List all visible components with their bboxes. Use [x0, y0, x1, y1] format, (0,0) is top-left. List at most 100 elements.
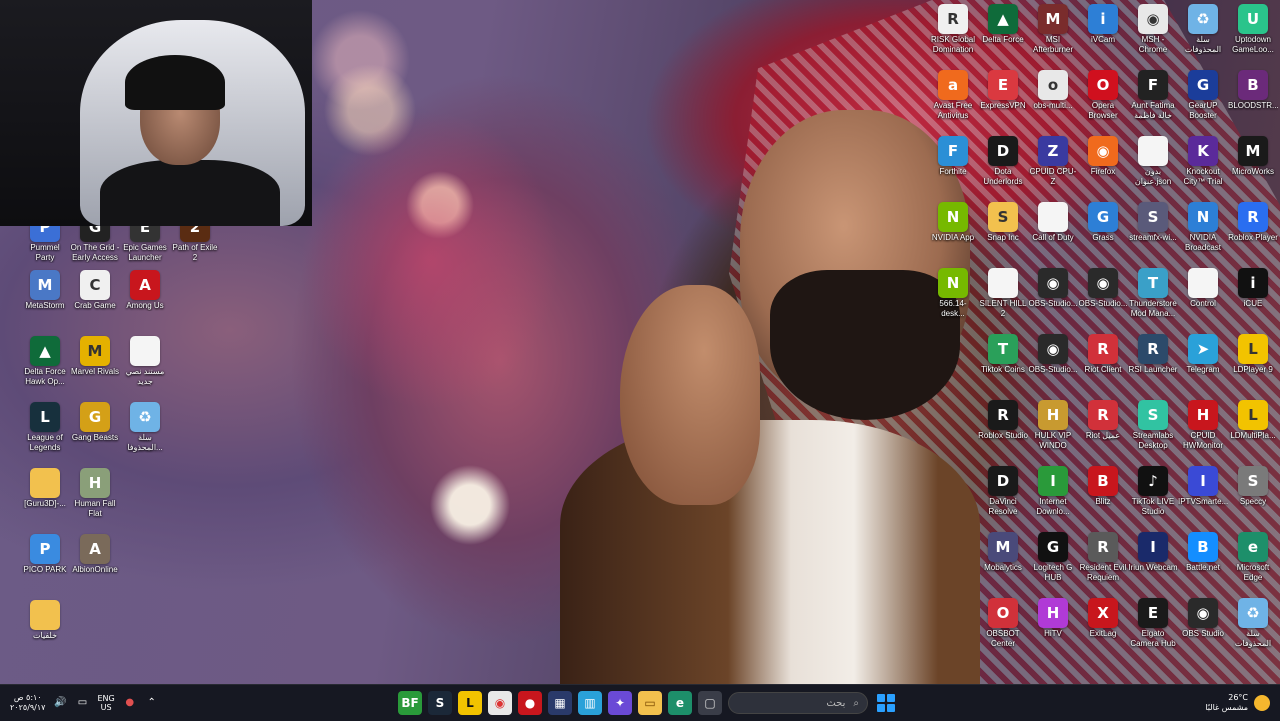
- start-button[interactable]: [874, 691, 898, 715]
- desktop-shortcut[interactable]: ♻ سلة المحذوفا...: [120, 402, 170, 453]
- taskview-app-icon[interactable]: ▢: [698, 691, 722, 715]
- desktop-shortcut[interactable]: E ExpressVPN: [978, 70, 1028, 111]
- desktop-shortcut[interactable]: H HULK VIP WINDO: [1028, 400, 1078, 451]
- desktop-shortcut[interactable]: ♻ سلة المحذوفات: [1228, 598, 1278, 649]
- desktop-shortcut[interactable]: L LDPlayer 9: [1228, 334, 1278, 375]
- desktop-shortcut[interactable]: R Riot Client: [1078, 334, 1128, 375]
- network-icon[interactable]: ▭: [75, 696, 89, 710]
- desktop-shortcut[interactable]: مستند نصي جديد: [120, 336, 170, 387]
- explorer-app-icon[interactable]: ▭: [638, 691, 662, 715]
- volume-icon[interactable]: 🔊: [53, 696, 67, 710]
- desktop-shortcut[interactable]: D DaVinci Resolve: [978, 466, 1028, 517]
- store-app-icon[interactable]: ▦: [548, 691, 572, 715]
- desktop-shortcut[interactable]: I Iriun Webcam: [1128, 532, 1178, 573]
- desktop-shortcut[interactable]: ♪ TikTok LIVE Studio: [1128, 466, 1178, 517]
- desktop-shortcut[interactable]: SILENT HILL 2: [978, 268, 1028, 319]
- desktop-shortcut[interactable]: ◉ OBS-Studio...: [1028, 334, 1078, 375]
- desktop-shortcut[interactable]: X ExitLag: [1078, 598, 1128, 639]
- desktop-shortcut[interactable]: M MSI Afterburner: [1028, 4, 1078, 55]
- steam-app-icon[interactable]: S: [428, 691, 452, 715]
- desktop-shortcut[interactable]: Z CPUID CPU-Z: [1028, 136, 1078, 187]
- desktop-shortcut[interactable]: F Forthite: [928, 136, 978, 177]
- desktop-shortcut[interactable]: R Roblox Studio: [978, 400, 1028, 441]
- desktop-shortcut[interactable]: i iVCam: [1078, 4, 1128, 45]
- desktop-shortcut[interactable]: D Dota Underlords: [978, 136, 1028, 187]
- desktop-shortcut[interactable]: ◉ MSH - Chrome: [1128, 4, 1178, 55]
- desktop-shortcut[interactable]: R Resident Evil Requiem: [1078, 532, 1128, 583]
- desktop-shortcut[interactable]: ◉ Firefox: [1078, 136, 1128, 177]
- chrome-app-icon[interactable]: ◉: [488, 691, 512, 715]
- desktop-shortcut[interactable]: Control: [1178, 268, 1228, 309]
- desktop-shortcut[interactable]: O OBSBOT Center: [978, 598, 1028, 649]
- desktop-shortcut[interactable]: ♻ سلة المحذوفات: [1178, 4, 1228, 55]
- desktop-shortcut[interactable]: G Grass: [1078, 202, 1128, 243]
- language-indicator[interactable]: ENG US: [97, 694, 114, 712]
- copilot-app-icon[interactable]: ✦: [608, 691, 632, 715]
- desktop-shortcut[interactable]: L LDMultiPla...: [1228, 400, 1278, 441]
- desktop-shortcut[interactable]: E Elgato Camera Hub: [1128, 598, 1178, 649]
- desktop-shortcut[interactable]: ◉ OBS Studio: [1178, 598, 1228, 639]
- desktop-shortcut[interactable]: [Guru3D]-...: [20, 468, 70, 509]
- microphone-icon[interactable]: ●: [123, 696, 137, 710]
- desktop-shortcut[interactable]: N NVIDIA Broadcast: [1178, 202, 1228, 253]
- app-icon: ◉: [1038, 334, 1068, 364]
- desktop-shortcut[interactable]: e Microsoft Edge: [1228, 532, 1278, 583]
- desktop-shortcut[interactable]: ◉ OBS-Studio...: [1028, 268, 1078, 309]
- desktop-shortcut[interactable]: T Thunderstore Mod Mana...: [1128, 268, 1178, 319]
- desktop-shortcut[interactable]: K Knockout City™ Trial: [1178, 136, 1228, 187]
- desktop-shortcut[interactable]: o obs-multi...: [1028, 70, 1078, 111]
- desktop-shortcut[interactable]: U Uptodown GameLoo...: [1228, 4, 1278, 55]
- desktop-shortcut[interactable]: R RISK Global Domination: [928, 4, 978, 55]
- desktop-shortcut[interactable]: Call of Duty: [1028, 202, 1078, 243]
- desktop-shortcut[interactable]: M Marvel Rivals: [70, 336, 120, 377]
- desktop-shortcut[interactable]: H CPUID HWMonitor: [1178, 400, 1228, 451]
- clock[interactable]: ٥:١٠ ص ٢٠٢٥/٩/١٧: [10, 693, 45, 713]
- ldplayer-app-icon[interactable]: L: [458, 691, 482, 715]
- desktop-shortcut[interactable]: Sstreamfx-wi...: [1128, 202, 1178, 243]
- desktop-shortcut[interactable]: S Streamlabs Desktop: [1128, 400, 1178, 451]
- desktop-shortcut[interactable]: S Speccy: [1228, 466, 1278, 507]
- desktop-shortcut[interactable]: T Tiktok Coins: [978, 334, 1028, 375]
- desktop-shortcut[interactable]: G GearUP Booster: [1178, 70, 1228, 121]
- desktop-shortcut[interactable]: خلفيات: [20, 600, 70, 641]
- desktop-shortcut[interactable]: R Riot عميل: [1078, 400, 1128, 441]
- desktop-shortcut[interactable]: بدون عنوان.json: [1128, 136, 1178, 187]
- desktop-shortcut[interactable]: S Snap Inc: [978, 202, 1028, 243]
- desktop-shortcut[interactable]: L League of Legends: [20, 402, 70, 453]
- desktop-shortcut[interactable]: R Roblox Player: [1228, 202, 1278, 243]
- desktop-shortcut[interactable]: R RSI Launcher: [1128, 334, 1178, 375]
- desktop-shortcut[interactable]: M Mobalytics: [978, 532, 1028, 573]
- desktop-shortcut[interactable]: ◉ OBS-Studio...: [1078, 268, 1128, 309]
- desktop-shortcut[interactable]: ▲ Delta Force Hawk Op...: [20, 336, 70, 387]
- desktop-shortcut[interactable]: B Blitz: [1078, 466, 1128, 507]
- desktop-shortcut[interactable]: N 566.14-desk...: [928, 268, 978, 319]
- desktop-shortcut[interactable]: M MetaStorm: [20, 270, 70, 311]
- desktop-shortcut[interactable]: C Crab Game: [70, 270, 120, 311]
- desktop-shortcut[interactable]: ➤ Telegram: [1178, 334, 1228, 375]
- desktop-shortcut[interactable]: H Human Fall Flat: [70, 468, 120, 519]
- edge-app-icon[interactable]: e: [668, 691, 692, 715]
- desktop-shortcut[interactable]: M MicroWorks: [1228, 136, 1278, 177]
- desktop-shortcut[interactable]: A Among Us: [120, 270, 170, 311]
- bitfocus-app-icon[interactable]: BF: [398, 691, 422, 715]
- desktop-shortcut[interactable]: O Opera Browser: [1078, 70, 1128, 121]
- desktop-shortcut[interactable]: A AlbionOnline: [70, 534, 120, 575]
- chevron-up-icon[interactable]: ⌃: [145, 696, 159, 710]
- weather-widget[interactable]: 26°C مشمس غالبًا: [1205, 685, 1270, 721]
- desktop-shortcut[interactable]: G Logitech G HUB: [1028, 532, 1078, 583]
- desktop-shortcut[interactable]: a Avast Free Antivirus: [928, 70, 978, 121]
- capture-app-icon[interactable]: ●: [518, 691, 542, 715]
- desktop-shortcut[interactable]: H HiTV: [1028, 598, 1078, 639]
- desktop-shortcut[interactable]: B Battle.net: [1178, 532, 1228, 573]
- desktop-shortcut[interactable]: N NVIDIA App: [928, 202, 978, 243]
- desktop-shortcut[interactable]: G Gang Beasts: [70, 402, 120, 443]
- desktop-shortcut[interactable]: F Aunt Fatima خالة فاطمة: [1128, 70, 1178, 121]
- desktop-shortcut[interactable]: B BLOODSTR...: [1228, 70, 1278, 111]
- desktop-shortcut[interactable]: I Internet Downlo...: [1028, 466, 1078, 517]
- desktop-shortcut[interactable]: I IPTVSmarte...: [1178, 466, 1228, 507]
- search-box[interactable]: بحث ⌕: [728, 692, 868, 714]
- calendar-app-icon[interactable]: ▥: [578, 691, 602, 715]
- desktop-shortcut[interactable]: ▲ Delta Force: [978, 4, 1028, 45]
- desktop-shortcut[interactable]: i iCUE: [1228, 268, 1278, 309]
- desktop-shortcut[interactable]: P PICO PARK: [20, 534, 70, 575]
